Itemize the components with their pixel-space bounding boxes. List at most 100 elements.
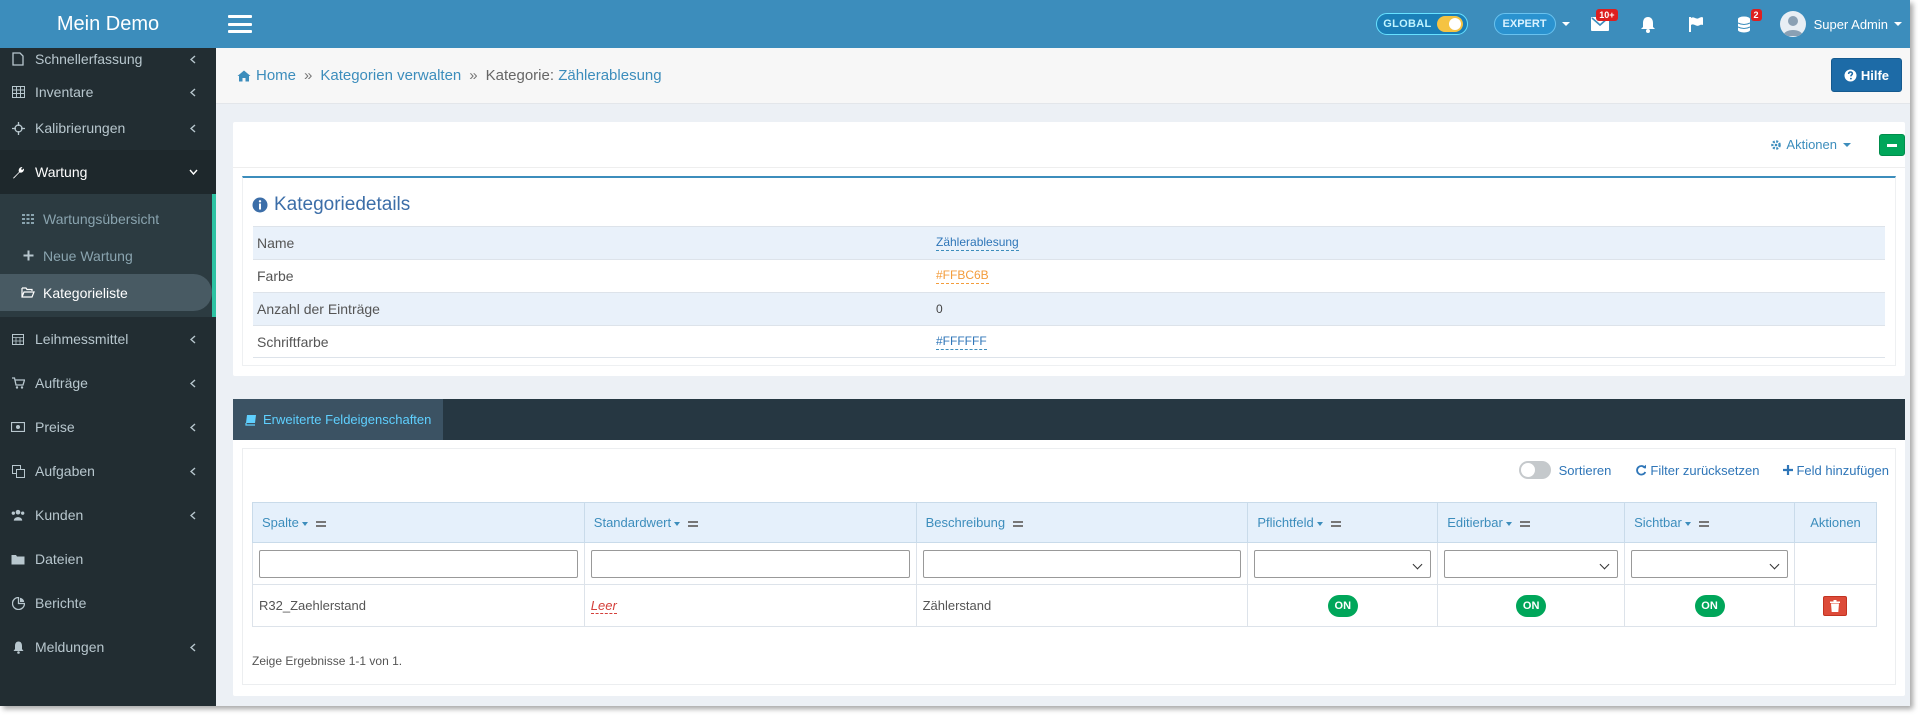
sidebar-subitem-neue-wartung[interactable]: Neue Wartung bbox=[0, 237, 212, 274]
sidebar-item-label: Meldungen bbox=[35, 639, 105, 655]
actions-dropdown[interactable]: Aktionen bbox=[1770, 137, 1851, 152]
expert-mode-dropdown[interactable]: EXPERT bbox=[1493, 13, 1570, 35]
sidebar-subitem-wartungsuebersicht[interactable]: Wartungsübersicht bbox=[0, 200, 212, 237]
sidebar-item-kunden[interactable]: Kunden bbox=[0, 493, 216, 537]
filter-editierbar-select[interactable] bbox=[1444, 549, 1619, 578]
mail-button[interactable]: 10+ bbox=[1576, 0, 1624, 48]
visible-toggle[interactable]: ON bbox=[1694, 594, 1725, 617]
sidebar-item-label: Berichte bbox=[35, 595, 87, 611]
detail-key: Anzahl der Einträge bbox=[257, 301, 380, 317]
users-icon bbox=[11, 508, 25, 522]
flags-button[interactable] bbox=[1672, 0, 1720, 48]
plus-icon bbox=[1783, 465, 1794, 475]
sidebar-item-schnellerfassung[interactable]: Schnellerfassung bbox=[0, 48, 216, 70]
minus-icon bbox=[1887, 143, 1897, 147]
filter-pflichtfeld-select[interactable] bbox=[1254, 549, 1432, 578]
chevron-left-icon bbox=[188, 54, 198, 64]
reset-filter-button[interactable]: Filter zurücksetzen bbox=[1635, 463, 1759, 478]
sort-toggle[interactable]: Sortieren bbox=[1518, 461, 1611, 479]
filter-standardwert-input[interactable] bbox=[590, 549, 910, 578]
column-menu-icon[interactable] bbox=[315, 519, 326, 529]
column-header-aktionen: Aktionen bbox=[1793, 502, 1878, 543]
sidebar-item-aufgaben[interactable]: Aufgaben bbox=[0, 449, 216, 493]
filter-cell bbox=[583, 542, 917, 585]
column-menu-icon[interactable] bbox=[1698, 519, 1709, 529]
column-header-label: Standardwert bbox=[593, 515, 672, 530]
sort-switch[interactable] bbox=[1518, 461, 1551, 479]
sidebar-subitem-label: Kategorieliste bbox=[43, 284, 128, 301]
reset-filter-label: Filter zurücksetzen bbox=[1650, 462, 1760, 478]
editable-toggle[interactable]: ON bbox=[1516, 594, 1547, 617]
column-header-label: Pflichtfeld bbox=[1257, 515, 1314, 530]
help-button[interactable]: Hilfe bbox=[1830, 58, 1902, 92]
default-value-editable[interactable]: Leer bbox=[590, 598, 617, 614]
caret-down-icon bbox=[674, 521, 681, 526]
column-header-pflichtfeld[interactable]: Pflichtfeld bbox=[1247, 502, 1439, 543]
delete-button[interactable] bbox=[1823, 595, 1848, 616]
folder-icon bbox=[11, 552, 25, 566]
mail-badge: 10+ bbox=[1596, 9, 1618, 21]
cell-beschreibung: Zählerstand bbox=[915, 584, 1249, 627]
detail-value-editable[interactable]: #FFBC6B bbox=[936, 268, 989, 284]
expert-mode-label: EXPERT bbox=[1493, 13, 1556, 35]
user-menu[interactable]: Super Admin bbox=[1779, 11, 1902, 37]
sidebar-item-auftraege[interactable]: Aufträge bbox=[0, 361, 216, 405]
collapse-button[interactable] bbox=[1879, 134, 1905, 156]
notifications-button[interactable] bbox=[1624, 0, 1672, 48]
sidebar-item-leihmessmittel[interactable]: Leihmessmittel bbox=[0, 317, 216, 361]
sidebar-item-preise[interactable]: Preise bbox=[0, 405, 216, 449]
cell-aktionen bbox=[1793, 584, 1878, 627]
menu-toggle-icon[interactable] bbox=[228, 15, 252, 33]
chevron-left-icon bbox=[188, 422, 198, 432]
breadcrumb-home-link[interactable]: Home bbox=[256, 67, 296, 84]
user-name: Super Admin bbox=[1813, 16, 1888, 32]
breadcrumb: Home » Kategorien verwalten » Kategorie:… bbox=[216, 48, 1910, 104]
column-header-label: Sichtbar bbox=[1634, 515, 1682, 530]
add-field-button[interactable]: Feld hinzufügen bbox=[1783, 463, 1889, 478]
column-header-spalte[interactable]: Spalte bbox=[252, 502, 585, 543]
column-header-editierbar[interactable]: Editierbar bbox=[1437, 502, 1626, 543]
detail-value-editable[interactable]: Zählerablesung bbox=[936, 235, 1019, 251]
global-toggle-switch bbox=[1436, 16, 1463, 32]
tab-label: Erweiterte Feldeigenschaften bbox=[263, 412, 432, 427]
required-toggle[interactable]: ON bbox=[1327, 594, 1358, 617]
chevron-left-icon bbox=[188, 378, 198, 388]
sidebar-item-meldungen[interactable]: Meldungen bbox=[0, 625, 216, 669]
sidebar-subitem-label: Wartungsübersicht bbox=[43, 210, 160, 227]
sidebar-item-wartung[interactable]: Wartung bbox=[0, 150, 216, 194]
breadcrumb-current-prefix: Kategorie: bbox=[485, 67, 555, 84]
sidebar-subitem-kategorieliste[interactable]: Kategorieliste bbox=[0, 274, 212, 311]
column-menu-icon[interactable] bbox=[1013, 519, 1024, 529]
cell-pflichtfeld: ON bbox=[1247, 584, 1439, 627]
filter-beschreibung-input[interactable] bbox=[922, 549, 1242, 578]
copy-icon bbox=[11, 464, 25, 478]
column-menu-icon[interactable] bbox=[688, 519, 699, 529]
filter-row bbox=[252, 542, 1878, 585]
column-header-sichtbar[interactable]: Sichtbar bbox=[1624, 502, 1795, 543]
crosshair-icon bbox=[11, 121, 25, 135]
details-title-text: Kategoriedetails bbox=[274, 194, 411, 215]
cart-icon bbox=[11, 376, 25, 390]
caret-down-icon bbox=[1316, 521, 1323, 526]
filter-spalte-input[interactable] bbox=[259, 549, 578, 578]
brand-title: Mein Demo bbox=[56, 12, 160, 35]
sidebar-item-kalibrierungen[interactable]: Kalibrierungen bbox=[0, 106, 216, 150]
sidebar-item-dateien[interactable]: Dateien bbox=[0, 537, 216, 581]
column-menu-icon[interactable] bbox=[1330, 519, 1341, 529]
global-toggle[interactable]: GLOBAL bbox=[1376, 13, 1468, 35]
wrench-icon bbox=[11, 165, 25, 179]
tasks-button[interactable]: 2 bbox=[1720, 0, 1768, 48]
filter-sichtbar-select[interactable] bbox=[1631, 549, 1788, 578]
column-header-standardwert[interactable]: Standardwert bbox=[583, 502, 917, 543]
cell-sichtbar: ON bbox=[1624, 584, 1795, 627]
tab-extended-field-properties[interactable]: Erweiterte Feldeigenschaften bbox=[233, 399, 444, 440]
brand-logo[interactable]: Mein Demo bbox=[0, 0, 216, 48]
detail-value-editable[interactable]: #FFFFFF bbox=[936, 334, 987, 350]
sidebar-item-berichte[interactable]: Berichte bbox=[0, 581, 216, 625]
breadcrumb-separator: » bbox=[469, 67, 478, 84]
plus-icon bbox=[21, 249, 35, 263]
column-header-beschreibung[interactable]: Beschreibung bbox=[915, 502, 1249, 543]
column-header-label: Beschreibung bbox=[925, 515, 1006, 530]
breadcrumb-categories-link[interactable]: Kategorien verwalten bbox=[320, 67, 461, 84]
column-menu-icon[interactable] bbox=[1519, 519, 1530, 529]
